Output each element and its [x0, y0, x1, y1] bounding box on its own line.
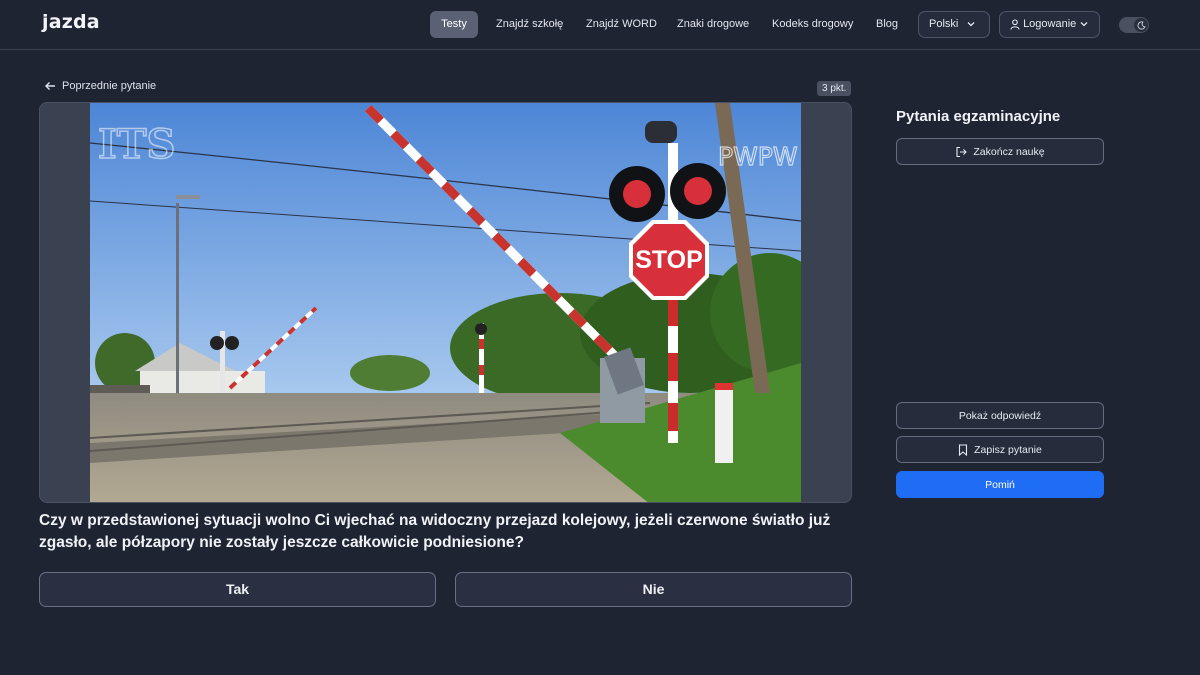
language-select[interactable]: Polski [918, 11, 990, 38]
logo[interactable]: jazda [42, 11, 100, 33]
skip-label: Pomiń [985, 478, 1015, 491]
nav-traffic-code[interactable]: Kodeks drogowy [760, 11, 865, 38]
question-media: STOP ITS PWPW [39, 102, 852, 503]
login-label: Logowanie [1023, 18, 1077, 30]
sidebar-title: Pytania egzaminacyjne [896, 108, 1061, 125]
question-text: Czy w przedstawionej sytuacji wolno Ci w… [39, 512, 831, 551]
arrow-left-icon [45, 82, 55, 90]
moon-icon [1134, 18, 1148, 32]
points-badge: 3 pkt. [817, 81, 852, 96]
nav-blog[interactable]: Blog [864, 11, 910, 38]
save-question-label: Zapisz pytanie [974, 443, 1042, 456]
nav-road-signs[interactable]: Znaki drogowe [665, 11, 761, 38]
watermark-right: PWPW [718, 142, 798, 171]
login-button[interactable]: Logowanie [999, 11, 1100, 38]
show-answer-label: Pokaż odpowiedź [958, 409, 1042, 422]
nav-tests[interactable]: Testy [430, 11, 478, 38]
chevron-down-icon [967, 22, 975, 27]
user-icon [1010, 19, 1020, 30]
nav-find-school[interactable]: Znajdź szkołę [484, 11, 575, 38]
show-answer-button[interactable]: Pokaż odpowiedź [896, 402, 1104, 429]
stop-sign-text: STOP [635, 246, 703, 274]
save-question-button[interactable]: Zapisz pytanie [896, 436, 1104, 463]
bookmark-icon [959, 443, 968, 456]
logout-icon [956, 146, 968, 157]
skip-button[interactable]: Pomiń [896, 471, 1104, 498]
language-label: Polski [929, 18, 959, 30]
answer-no-button[interactable]: Nie [455, 572, 852, 607]
answer-yes-button[interactable]: Tak [39, 572, 436, 607]
railway-crossing-image: STOP ITS PWPW [90, 103, 801, 502]
watermark-left: ITS [98, 121, 175, 168]
previous-question-label: Poprzednie pytanie [62, 80, 157, 92]
end-learning-button[interactable]: Zakończ naukę [896, 138, 1104, 165]
top-navbar: jazda Testy Znajdź szkołę Znajdź WORD Zn… [0, 0, 1200, 50]
previous-question-link[interactable]: Poprzednie pytanie [44, 80, 156, 92]
nav-find-word[interactable]: Znajdź WORD [574, 11, 669, 38]
chevron-down-icon [1080, 22, 1088, 27]
theme-toggle[interactable] [1119, 17, 1149, 33]
end-learning-label: Zakończ naukę [973, 145, 1045, 158]
